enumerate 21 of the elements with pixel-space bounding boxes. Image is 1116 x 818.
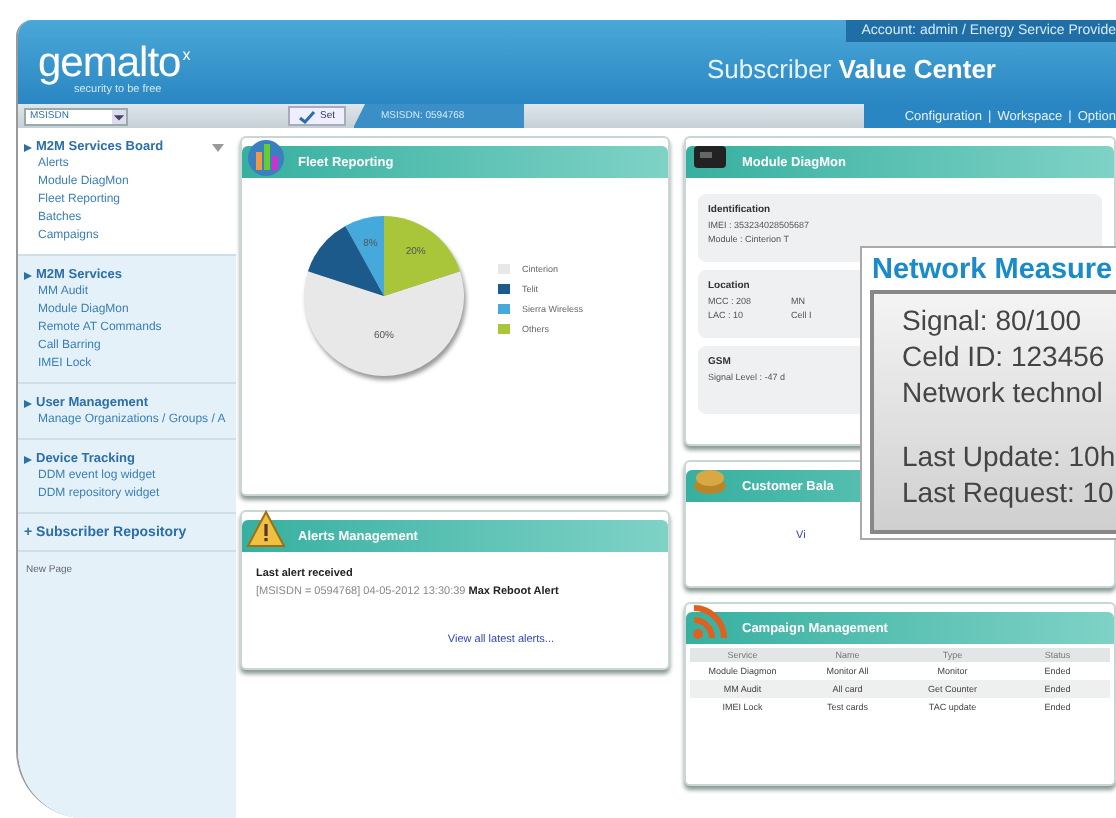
popup-title: Network Measure xyxy=(870,254,1115,286)
bar-chart-icon xyxy=(246,136,286,176)
rss-icon xyxy=(690,602,730,642)
arrow-icon xyxy=(24,271,32,279)
legend-swatch xyxy=(498,283,510,293)
legend-swatch xyxy=(498,323,510,333)
arrow-icon xyxy=(24,455,32,463)
logo: gemalto$^{x}$ xyxy=(38,38,190,84)
arrow-icon xyxy=(24,399,32,407)
measure-line: Network technol xyxy=(902,374,1105,410)
caret-icon[interactable] xyxy=(212,143,224,151)
check-icon xyxy=(298,109,316,123)
app-title: Subscriber Value Center xyxy=(706,54,996,84)
legend-swatch xyxy=(498,303,510,313)
time-line: Last Update: 10h xyxy=(902,438,1116,474)
measure-line: Signal: 80/100 xyxy=(902,302,1084,338)
caret-icon xyxy=(112,109,126,123)
time-line: Last Request: 10 xyxy=(902,474,1116,510)
measure-line: Celd ID: 123456 xyxy=(902,338,1107,374)
warning-icon xyxy=(246,510,286,550)
arrow-icon xyxy=(24,143,32,151)
